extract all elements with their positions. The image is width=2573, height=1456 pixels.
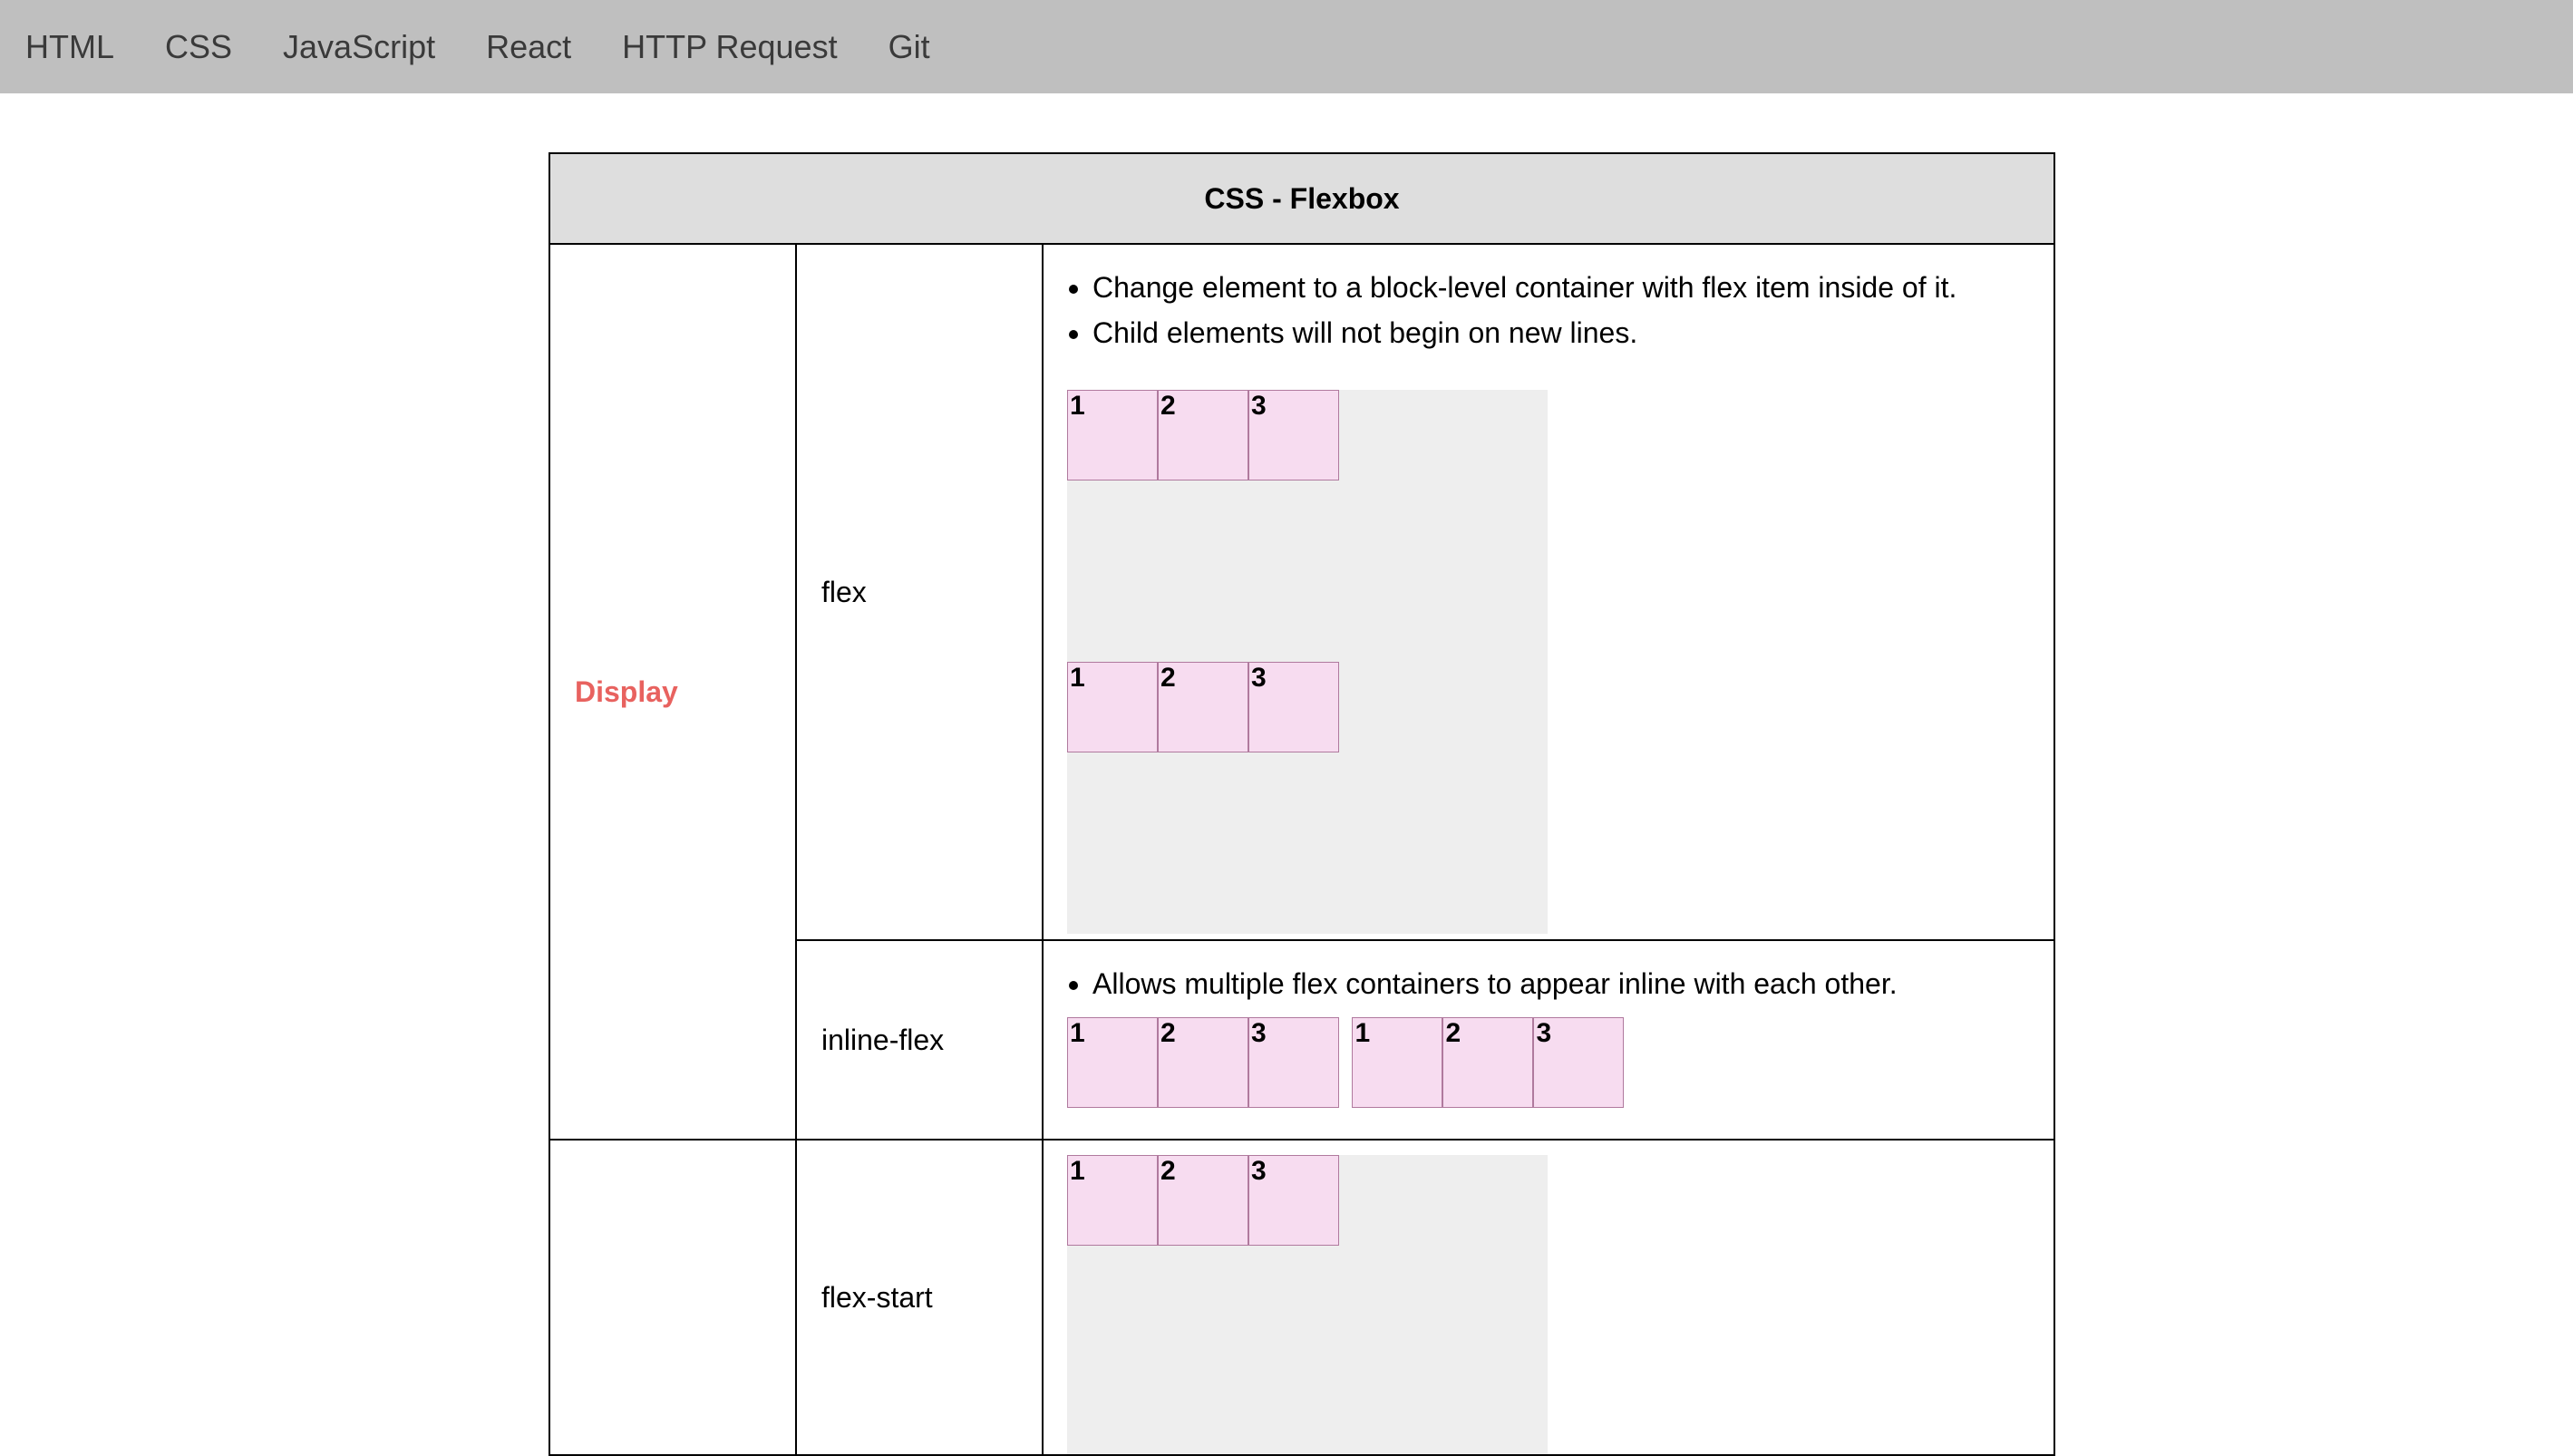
flex-item: 2 (1158, 662, 1248, 752)
value-cell-inline-flex: inline-flex (795, 939, 1044, 1141)
nav-link-git[interactable]: Git (863, 0, 956, 93)
flex-container-demo: 1 2 3 (1067, 662, 1548, 752)
table-row: Display flex Change element to a block-l… (549, 243, 2055, 1141)
flex-item: 3 (1248, 1155, 1339, 1246)
flex-item: 3 (1248, 662, 1339, 752)
inline-flex-container-demo: 1 2 3 (1067, 1017, 1339, 1108)
category-cell-display: Display (549, 243, 797, 1141)
flex-container-demo: 1 2 3 (1067, 390, 1548, 480)
value-cell-flex: flex (795, 243, 1044, 941)
nav-link-react[interactable]: React (461, 0, 597, 93)
flex-item: 2 (1442, 1017, 1534, 1108)
nav-link-html[interactable]: HTML (0, 0, 140, 93)
table-row: flex-start 1 2 3 (549, 1139, 2055, 1456)
bullet-item: Child elements will not begin on new lin… (1067, 310, 2054, 355)
bullet-item: Change element to a block-level containe… (1067, 265, 2054, 310)
flex-item: 3 (1533, 1017, 1625, 1108)
flex-item: 2 (1158, 1155, 1248, 1246)
bullet-item: Allows multiple flex containers to appea… (1067, 961, 2054, 1006)
flex-item: 2 (1158, 390, 1248, 480)
flexbox-reference-table: CSS - Flexbox Display flex Change elemen… (549, 152, 2055, 1456)
inline-flex-container-demo: 1 2 3 (1352, 1017, 1625, 1108)
flex-start-demo-area: 1 2 3 (1067, 1155, 1548, 1454)
flex-item: 1 (1067, 1017, 1158, 1108)
value-cell-flex-start: flex-start (795, 1139, 1044, 1456)
flex-item: 3 (1248, 1017, 1339, 1108)
flex-item: 2 (1158, 1017, 1248, 1108)
bullet-list: Allows multiple flex containers to appea… (1067, 961, 2054, 1006)
inline-flex-demo-area: 1 2 3 1 2 3 (1067, 1017, 2054, 1108)
nav-link-http-request[interactable]: HTTP Request (597, 0, 862, 93)
table-title: CSS - Flexbox (549, 152, 2055, 245)
nav-link-javascript[interactable]: JavaScript (257, 0, 461, 93)
category-label-display: Display (575, 675, 678, 708)
flex-item: 1 (1067, 662, 1158, 752)
flex-item: 1 (1352, 1017, 1443, 1108)
flex-item: 1 (1067, 1155, 1158, 1246)
description-cell-flex: Change element to a block-level containe… (1042, 243, 2055, 941)
flex-demo-area: 1 2 3 1 2 3 (1067, 390, 1548, 934)
nav-link-css[interactable]: CSS (140, 0, 257, 93)
description-cell-inline-flex: Allows multiple flex containers to appea… (1042, 939, 2055, 1141)
flex-item: 1 (1067, 390, 1158, 480)
flex-container-demo: 1 2 3 (1067, 1155, 1548, 1246)
top-navbar: HTML CSS JavaScript React HTTP Request G… (0, 0, 2573, 93)
category-cell (549, 1139, 797, 1456)
flex-item: 3 (1248, 390, 1339, 480)
bullet-list: Change element to a block-level containe… (1067, 265, 2054, 355)
description-cell-flex-start: 1 2 3 (1042, 1139, 2055, 1456)
